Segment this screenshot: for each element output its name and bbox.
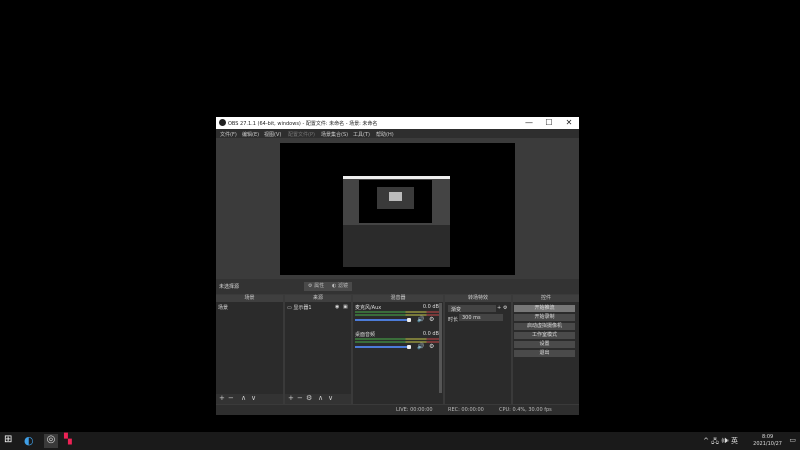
move-up-icon[interactable]: ∧ bbox=[318, 394, 323, 402]
scene-item[interactable]: 场景 bbox=[218, 304, 281, 311]
volume-meter bbox=[355, 314, 439, 316]
menu-edit[interactable]: 编辑(E) bbox=[242, 131, 259, 138]
app-taskbar-icon[interactable]: ▚ bbox=[64, 434, 78, 448]
channel-name: 桌面音频 bbox=[355, 332, 376, 338]
channel-level: 0.0 dB bbox=[422, 331, 439, 337]
preview-canvas[interactable] bbox=[280, 143, 515, 275]
volume-slider-knob[interactable] bbox=[407, 318, 411, 322]
close-button[interactable]: ✕ bbox=[559, 117, 579, 129]
volume-meter bbox=[355, 338, 439, 340]
minimize-button[interactable]: — bbox=[519, 117, 539, 129]
mixer-channel-mic: 麦克风/Aux 0.0 dB 🔊 ⚙ bbox=[355, 304, 439, 328]
menu-file[interactable]: 文件(F) bbox=[220, 131, 237, 138]
menu-tools[interactable]: 工具(T) bbox=[353, 131, 370, 138]
menu-view[interactable]: 视图(V) bbox=[264, 131, 281, 138]
menu-scene-collection[interactable]: 场景集合(S) bbox=[321, 131, 348, 138]
controls-dock-title: 控件 bbox=[513, 295, 579, 302]
maximize-button[interactable]: ☐ bbox=[539, 117, 559, 129]
mixer-scrollbar[interactable] bbox=[439, 303, 442, 393]
filters-button[interactable]: ◐ 滤镜 bbox=[328, 282, 352, 291]
status-bar: LIVE: 00:00:00 REC: 00:00:00 CPU: 0.4%, … bbox=[216, 405, 579, 415]
mixer-channel-desktop: 桌面音频 0.0 dB 🔊 ⚙ bbox=[355, 331, 439, 355]
rec-status: REC: 00:00:00 bbox=[448, 407, 484, 413]
sources-toolbar: + − ⚙ ∧ ∨ bbox=[285, 394, 351, 404]
live-status: LIVE: 00:00:00 bbox=[396, 407, 433, 413]
move-up-icon[interactable]: ∧ bbox=[241, 394, 246, 402]
add-source-icon[interactable]: + bbox=[288, 394, 294, 402]
remove-source-icon[interactable]: − bbox=[297, 394, 303, 402]
channel-level: 0.0 dB bbox=[422, 304, 439, 310]
add-scene-icon[interactable]: + bbox=[219, 394, 225, 402]
volume-slider[interactable] bbox=[355, 319, 409, 321]
volume-meter bbox=[355, 341, 439, 343]
mixer-dock: 混音器 麦克风/Aux 0.0 dB 🔊 ⚙ 桌面音频 0.0 dB 🔊 ⚙ bbox=[353, 295, 443, 404]
duration-input[interactable]: 300 ms bbox=[459, 314, 503, 321]
notification-icon[interactable]: ▭ bbox=[789, 436, 796, 444]
monitor-icon: ▭ bbox=[287, 305, 292, 311]
menu-help[interactable]: 帮助(H) bbox=[376, 131, 394, 138]
transitions-dock-title: 转场特效 bbox=[445, 295, 511, 302]
window-title: OBS 27.1.1 (64-bit, windows) - 配置文件: 未命名… bbox=[228, 121, 378, 127]
sources-dock-title: 来源 bbox=[285, 295, 351, 302]
lock-icon[interactable]: ▣ bbox=[343, 304, 348, 310]
title-bar[interactable]: OBS 27.1.1 (64-bit, windows) - 配置文件: 未命名… bbox=[216, 117, 579, 129]
transition-settings-icon[interactable]: ⚙ bbox=[503, 305, 507, 311]
scenes-dock-title: 场景 bbox=[216, 295, 283, 302]
context-bar: 未选择源 ⚙ 属性 ◐ 滤镜 bbox=[216, 279, 579, 294]
duration-label: 时长 bbox=[448, 317, 459, 323]
recursive-preview-image bbox=[343, 176, 450, 267]
source-item[interactable]: ▭ 显示器1 bbox=[287, 304, 312, 311]
volume-meter bbox=[355, 311, 439, 313]
studio-mode-button[interactable]: 工作室模式 bbox=[514, 332, 575, 339]
obs-window: OBS 27.1.1 (64-bit, windows) - 配置文件: 未命名… bbox=[216, 117, 579, 415]
menu-bar: 文件(F) 编辑(E) 视图(V) 配置文件(P) 场景集合(S) 工具(T) … bbox=[216, 129, 579, 138]
speaker-icon[interactable]: 🔊 bbox=[417, 343, 424, 350]
gear-icon[interactable]: ⚙ bbox=[429, 343, 434, 350]
remove-scene-icon[interactable]: − bbox=[228, 394, 234, 402]
source-settings-icon[interactable]: ⚙ bbox=[306, 394, 312, 402]
mixer-dock-title: 混音器 bbox=[353, 295, 443, 302]
obs-logo-icon bbox=[219, 119, 226, 126]
transition-select[interactable]: 渐变 bbox=[448, 305, 496, 313]
windows-start-icon[interactable]: ⊞ bbox=[4, 434, 18, 448]
channel-name: 麦克风/Aux bbox=[355, 305, 382, 311]
move-down-icon[interactable]: ∨ bbox=[251, 394, 256, 402]
visibility-eye-icon[interactable]: ◉ bbox=[335, 304, 339, 310]
menu-profile[interactable]: 配置文件(P) bbox=[288, 131, 315, 138]
scenes-toolbar: + − ∧ ∨ bbox=[216, 394, 283, 404]
volume-slider[interactable] bbox=[355, 346, 409, 348]
transition-add-icon[interactable]: + bbox=[497, 305, 501, 311]
start-streaming-button[interactable]: 开始推流 bbox=[514, 305, 575, 312]
settings-button[interactable]: 设置 bbox=[514, 341, 575, 348]
taskbar: ⊞ ◐ ◎ ▚ ^ 🖧 🕪 英 8:09 2021/10/27 ▭ bbox=[0, 432, 800, 450]
obs-taskbar-icon[interactable]: ◎ bbox=[44, 434, 58, 448]
volume-slider-knob[interactable] bbox=[407, 345, 411, 349]
preview-area bbox=[216, 138, 579, 279]
start-virtual-camera-button[interactable]: 启动虚拟摄像机 bbox=[514, 323, 575, 330]
no-source-label: 未选择源 bbox=[219, 284, 240, 290]
move-down-icon[interactable]: ∨ bbox=[328, 394, 333, 402]
scenes-dock: 场景 场景 + − ∧ ∨ bbox=[216, 295, 283, 404]
sources-dock: 来源 ▭ 显示器1 ◉ ▣ + − ⚙ ∧ ∨ bbox=[285, 295, 351, 404]
gear-icon[interactable]: ⚙ bbox=[429, 316, 434, 323]
edge-browser-icon[interactable]: ◐ bbox=[24, 434, 38, 448]
cpu-status: CPU: 0.4%, 30.00 fps bbox=[499, 407, 552, 413]
transitions-dock: 转场特效 渐变 + ⚙ 时长 300 ms bbox=[445, 295, 511, 404]
system-tray[interactable]: ^ 🖧 🕪 英 bbox=[703, 436, 738, 448]
exit-button[interactable]: 退出 bbox=[514, 350, 575, 357]
start-recording-button[interactable]: 开始录制 bbox=[514, 314, 575, 321]
clock[interactable]: 8:09 2021/10/27 bbox=[753, 434, 782, 448]
speaker-icon[interactable]: 🔊 bbox=[417, 316, 424, 323]
properties-button[interactable]: ⚙ 属性 bbox=[304, 282, 329, 291]
